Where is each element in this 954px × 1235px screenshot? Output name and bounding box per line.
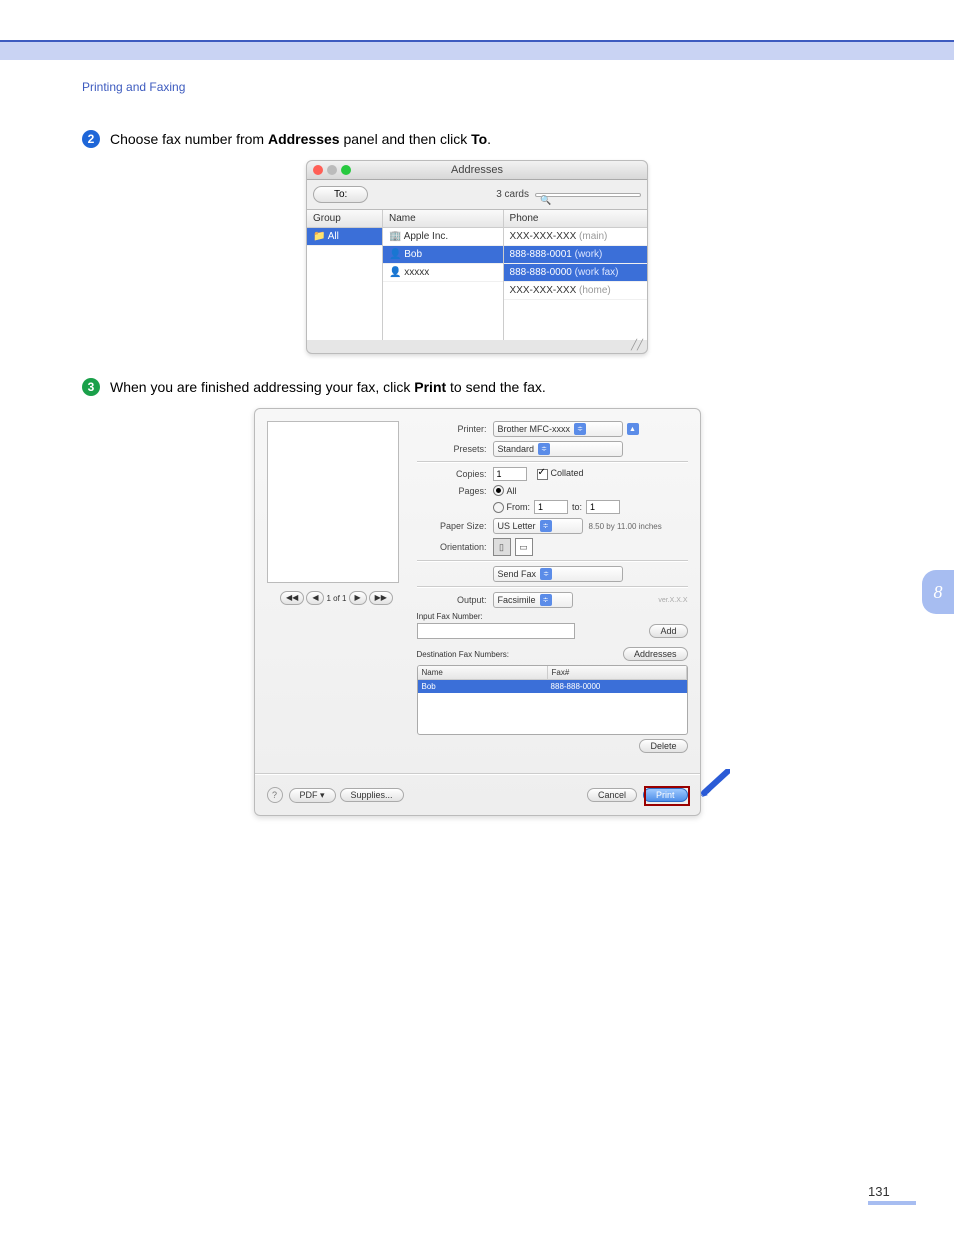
- step-2: 2 Choose fax number from Addresses panel…: [82, 130, 872, 148]
- output-select[interactable]: Facsimile≑: [493, 592, 573, 608]
- paper-dim: 8.50 by 11.00 inches: [589, 522, 662, 531]
- name-header: Name: [383, 210, 503, 228]
- print-dialog: ◀◀ ◀ 1 of 1 ▶ ▶▶ Printer: Brother MFC-xx…: [254, 408, 701, 816]
- dest-name-header: Name: [418, 666, 548, 679]
- add-button[interactable]: Add: [649, 624, 687, 638]
- printer-label: Printer:: [417, 424, 493, 434]
- phone-row[interactable]: XXX-XXX-XXX (main): [504, 228, 647, 246]
- landscape-button[interactable]: ▭: [515, 538, 533, 556]
- name-row[interactable]: 🏢 Apple Inc.: [383, 228, 503, 246]
- dropdown-icon: ≑: [540, 594, 552, 606]
- destination-row[interactable]: Bob 888-888-0000: [418, 680, 687, 693]
- destination-table[interactable]: Name Fax# Bob 888-888-0000: [417, 665, 688, 735]
- zoom-icon[interactable]: [341, 165, 351, 175]
- last-page-button[interactable]: ▶▶: [369, 591, 393, 605]
- from-input[interactable]: [534, 500, 568, 514]
- collated-checkbox[interactable]: [537, 469, 548, 480]
- step-3: 3 When you are finished addressing your …: [82, 378, 872, 396]
- supplies-button[interactable]: Supplies...: [340, 788, 404, 802]
- fax-number-input[interactable]: [417, 623, 575, 639]
- paper-size-label: Paper Size:: [417, 521, 493, 531]
- cancel-button[interactable]: Cancel: [587, 788, 637, 802]
- resize-handle-icon[interactable]: ╱╱: [307, 340, 647, 353]
- step-3-text: When you are finished addressing your fa…: [110, 378, 546, 396]
- addresses-window: Addresses To: 3 cards 🔍 Group 📁 All Name…: [306, 160, 648, 354]
- dest-fax-header: Fax#: [548, 666, 687, 679]
- print-button[interactable]: Print: [643, 788, 688, 802]
- page-indicator: 1 of 1: [326, 594, 346, 603]
- collapse-button[interactable]: ▲: [627, 423, 639, 435]
- chapter-tab: 8: [922, 570, 954, 614]
- dest-fax-label: Destination Fax Numbers:: [417, 650, 509, 659]
- cards-count: 3 cards: [496, 189, 529, 200]
- minimize-icon[interactable]: [327, 165, 337, 175]
- addresses-button[interactable]: Addresses: [623, 647, 688, 661]
- pdf-button[interactable]: PDF ▾: [289, 788, 336, 803]
- section-header: Printing and Faxing: [82, 80, 872, 94]
- portrait-button[interactable]: ▯: [493, 538, 511, 556]
- first-page-button[interactable]: ◀◀: [280, 591, 304, 605]
- name-row[interactable]: 👤 xxxxx: [383, 264, 503, 282]
- panel-select[interactable]: Send Fax≑: [493, 566, 623, 582]
- window-title: Addresses: [307, 164, 647, 176]
- version-text: ver.X.X.X: [658, 597, 687, 604]
- phone-row[interactable]: 888-888-0001 (work): [504, 246, 647, 264]
- phone-header: Phone: [504, 210, 647, 228]
- dropdown-icon: ≑: [540, 568, 552, 580]
- group-row-all[interactable]: 📁 All: [307, 228, 382, 246]
- prev-page-button[interactable]: ◀: [306, 591, 324, 605]
- group-header: Group: [307, 210, 382, 228]
- output-label: Output:: [417, 595, 493, 605]
- input-fax-label: Input Fax Number:: [417, 612, 688, 621]
- copies-input[interactable]: [493, 467, 527, 481]
- search-input[interactable]: 🔍: [535, 193, 641, 197]
- delete-button[interactable]: Delete: [639, 739, 687, 753]
- dropdown-icon: ≑: [574, 423, 586, 435]
- preview-area: [267, 421, 399, 583]
- phone-row-selected[interactable]: 888-888-0000 (work fax): [504, 264, 647, 282]
- dropdown-icon: ≑: [538, 443, 550, 455]
- pages-label: Pages:: [417, 486, 493, 496]
- step-badge-3: 3: [82, 378, 100, 396]
- arrow-annotation-icon: [700, 769, 730, 799]
- printer-select[interactable]: Brother MFC-xxxx≑: [493, 421, 623, 437]
- name-row-selected[interactable]: 👤 Bob: [383, 246, 503, 264]
- titlebar: Addresses: [307, 161, 647, 180]
- presets-label: Presets:: [417, 444, 493, 454]
- page-number: 131: [868, 1184, 916, 1205]
- copies-label: Copies:: [417, 469, 493, 479]
- next-page-button[interactable]: ▶: [349, 591, 367, 605]
- search-icon: 🔍: [540, 195, 551, 206]
- phone-row[interactable]: XXX-XXX-XXX (home): [504, 282, 647, 300]
- close-icon[interactable]: [313, 165, 323, 175]
- to-input[interactable]: [586, 500, 620, 514]
- pages-all-radio[interactable]: [493, 485, 504, 496]
- presets-select[interactable]: Standard≑: [493, 441, 623, 457]
- orientation-label: Orientation:: [417, 542, 493, 552]
- to-button[interactable]: To:: [313, 186, 368, 203]
- dropdown-icon: ≑: [540, 520, 552, 532]
- help-icon[interactable]: ?: [267, 787, 283, 803]
- paper-size-select[interactable]: US Letter≑: [493, 518, 583, 534]
- pages-from-radio[interactable]: [493, 502, 504, 513]
- step-badge-2: 2: [82, 130, 100, 148]
- step-2-text: Choose fax number from Addresses panel a…: [110, 130, 491, 148]
